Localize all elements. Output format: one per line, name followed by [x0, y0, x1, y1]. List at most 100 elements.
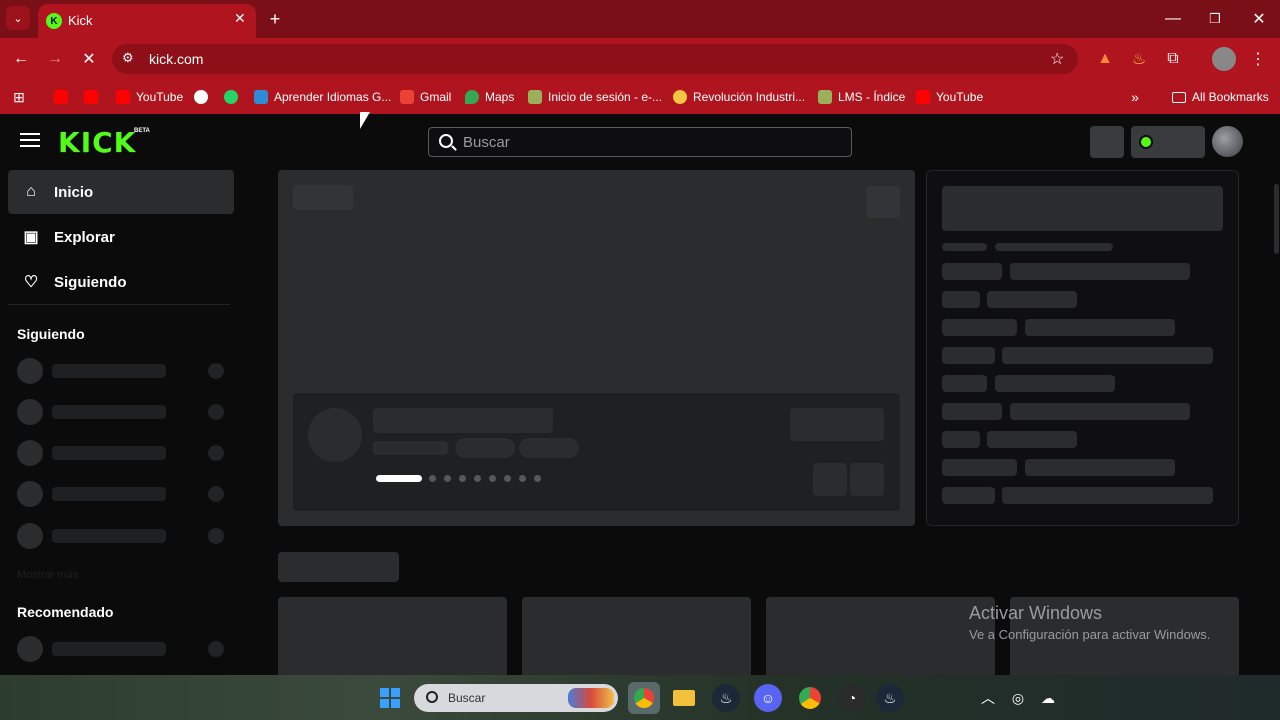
bookmark-youtube-4[interactable]: YouTube — [916, 80, 983, 114]
minimize-button[interactable]: — — [1158, 4, 1188, 34]
all-bookmarks-folder[interactable]: All Bookmarks — [1172, 80, 1269, 114]
more-bookmarks-icon[interactable]: » — [1124, 86, 1146, 108]
steam-icon[interactable]: ♨ — [712, 684, 740, 712]
bookmark-youtube-2[interactable] — [84, 80, 98, 114]
profile-avatar[interactable] — [1212, 47, 1236, 71]
extension-fire-icon[interactable]: ♨ — [1128, 48, 1150, 70]
bookmark-star-icon[interactable]: ☆ — [1050, 49, 1064, 69]
extensions-puzzle-icon[interactable]: ⧉ — [1162, 48, 1184, 70]
url-text: kick.com — [149, 51, 204, 67]
windows-taskbar: Buscar ♨ ☺ ◔ ♨ ︿ ◎ ☁ — [0, 675, 1280, 720]
bookmark-inicio-sesion[interactable]: Inicio de sesión - e-... — [528, 80, 662, 114]
stream-info-panel — [293, 393, 900, 511]
tab-title: Kick — [68, 13, 93, 28]
youtube-icon — [916, 90, 930, 104]
site-settings-icon[interactable]: ⚙ — [122, 50, 134, 66]
google-icon — [194, 90, 208, 104]
user-avatar[interactable] — [1212, 126, 1243, 157]
maps-pin-icon — [465, 90, 479, 104]
close-window-button[interactable]: ✕ — [1244, 4, 1274, 34]
panel-line-skeleton — [942, 459, 1017, 476]
hamburger-menu-icon[interactable] — [20, 131, 40, 147]
search-input[interactable]: Buscar — [428, 127, 852, 157]
panel-line-skeleton — [995, 375, 1115, 392]
panel-header-skeleton — [942, 186, 1223, 231]
tray-chevron-icon[interactable]: ︿ — [974, 684, 1002, 712]
sidebar-item-explorar[interactable]: ▣ Explorar — [8, 215, 234, 259]
browse-icon: ▣ — [23, 229, 39, 246]
show-more-link[interactable]: Mostrar más — [17, 569, 78, 581]
search-placeholder: Buscar — [463, 134, 510, 151]
tab-kick[interactable]: K Kick ✕ — [38, 4, 256, 38]
following-section-title: Siguiendo — [17, 326, 85, 342]
bookmark-maps[interactable]: Maps — [465, 80, 514, 114]
carousel-prev-button[interactable] — [813, 463, 847, 496]
new-tab-button[interactable]: + — [262, 6, 288, 32]
beta-badge: BETA — [134, 128, 150, 134]
carousel-indicator-active[interactable] — [376, 475, 422, 482]
panel-line-skeleton — [942, 375, 987, 392]
stream-thumbnail-skeleton[interactable] — [522, 597, 751, 675]
panel-line-skeleton — [1002, 487, 1213, 504]
panel-line-skeleton — [942, 319, 1017, 336]
bookmark-label: YouTube — [136, 90, 184, 104]
bookmark-gmail[interactable]: Gmail — [400, 80, 451, 114]
bookmark-label: Maps — [485, 90, 515, 104]
header-button-placeholder[interactable] — [1090, 126, 1124, 158]
tray-app-icon[interactable]: ◎ — [1004, 684, 1032, 712]
back-button[interactable]: ← — [8, 46, 34, 72]
stream-thumbnail-skeleton[interactable] — [278, 597, 507, 675]
bookmark-label: Revolución Industri... — [693, 90, 806, 104]
sidebar-item-siguiendo[interactable]: ♡ Siguiendo — [8, 260, 234, 304]
whatsapp-icon — [224, 90, 238, 104]
windows-start-icon[interactable] — [376, 684, 404, 712]
stream-tag-skeleton — [519, 438, 579, 458]
discord-icon[interactable]: ☺ — [754, 684, 782, 712]
header-user-button[interactable] — [1131, 126, 1205, 158]
bookmark-google[interactable] — [194, 80, 208, 114]
bookmark-label: Gmail — [420, 90, 452, 104]
sidebar-item-label: Siguiendo — [54, 273, 127, 291]
browser-menu-icon[interactable]: ⋮ — [1248, 48, 1268, 70]
address-bar[interactable]: ⚙ kick.com ☆ — [112, 44, 1078, 74]
language-icon — [254, 90, 268, 104]
bookmark-label: LMS - Índice — [838, 90, 906, 104]
stream-thumbnail-skeleton[interactable] — [766, 597, 995, 675]
card-action-skeleton — [866, 186, 900, 218]
tab-search-button[interactable]: ⌄ — [6, 6, 30, 30]
extension-fox-icon[interactable]: ▲ — [1094, 48, 1116, 70]
site-icon — [528, 90, 542, 104]
carousel-next-button[interactable] — [850, 463, 884, 496]
bookmark-label: Aprender Idiomas G... — [274, 90, 392, 104]
chrome-taskbar-icon[interactable] — [628, 682, 660, 714]
close-tab-icon[interactable]: ✕ — [234, 10, 246, 27]
taskbar-search-box[interactable]: Buscar — [414, 684, 618, 712]
tab-strip: ⌄ K Kick ✕ + — ❐ ✕ — [0, 0, 1280, 38]
bookmark-whatsapp[interactable] — [224, 80, 238, 114]
bookmarks-bar: ⊞ YouTube Aprender Idiomas G... Gmail Ma… — [0, 80, 1280, 114]
tray-cloud-icon[interactable]: ☁ — [1034, 684, 1062, 712]
sidebar-item-inicio[interactable]: ⌂ Inicio — [8, 170, 234, 214]
bookmark-youtube-1[interactable] — [54, 80, 68, 114]
featured-stream-card[interactable] — [278, 170, 915, 526]
kick-logo[interactable]: KICK BETA — [58, 126, 150, 159]
sidebar-item-label: Inicio — [54, 183, 94, 201]
apps-grid-icon[interactable]: ⊞ — [8, 86, 30, 108]
bookmark-youtube-3[interactable]: YouTube — [116, 80, 183, 114]
stop-loading-button[interactable]: ✕ — [76, 46, 102, 72]
steam-icon-2[interactable]: ♨ — [876, 684, 904, 712]
forward-button[interactable]: → — [42, 46, 68, 72]
bookmark-revolucion[interactable]: Revolución Industri... — [673, 80, 805, 114]
restore-button[interactable]: ❐ — [1200, 4, 1230, 34]
streamer-avatar-skeleton — [308, 408, 362, 462]
browser-toolbar: ← → ✕ ⚙ kick.com ☆ ▲ ♨ ⧉ ⋮ — [0, 38, 1280, 80]
bookmark-lms[interactable]: LMS - Índice — [818, 80, 905, 114]
app-icon[interactable]: ◔ — [838, 684, 866, 712]
page-scrollbar[interactable] — [1274, 184, 1279, 254]
bookmark-label: Inicio de sesión - e-... — [548, 90, 663, 104]
bookmark-idiomas[interactable]: Aprender Idiomas G... — [254, 80, 391, 114]
panel-line-skeleton — [942, 243, 987, 251]
file-explorer-icon[interactable] — [670, 684, 698, 712]
panel-line-skeleton — [942, 487, 995, 504]
chrome-profile-icon[interactable] — [796, 684, 824, 712]
